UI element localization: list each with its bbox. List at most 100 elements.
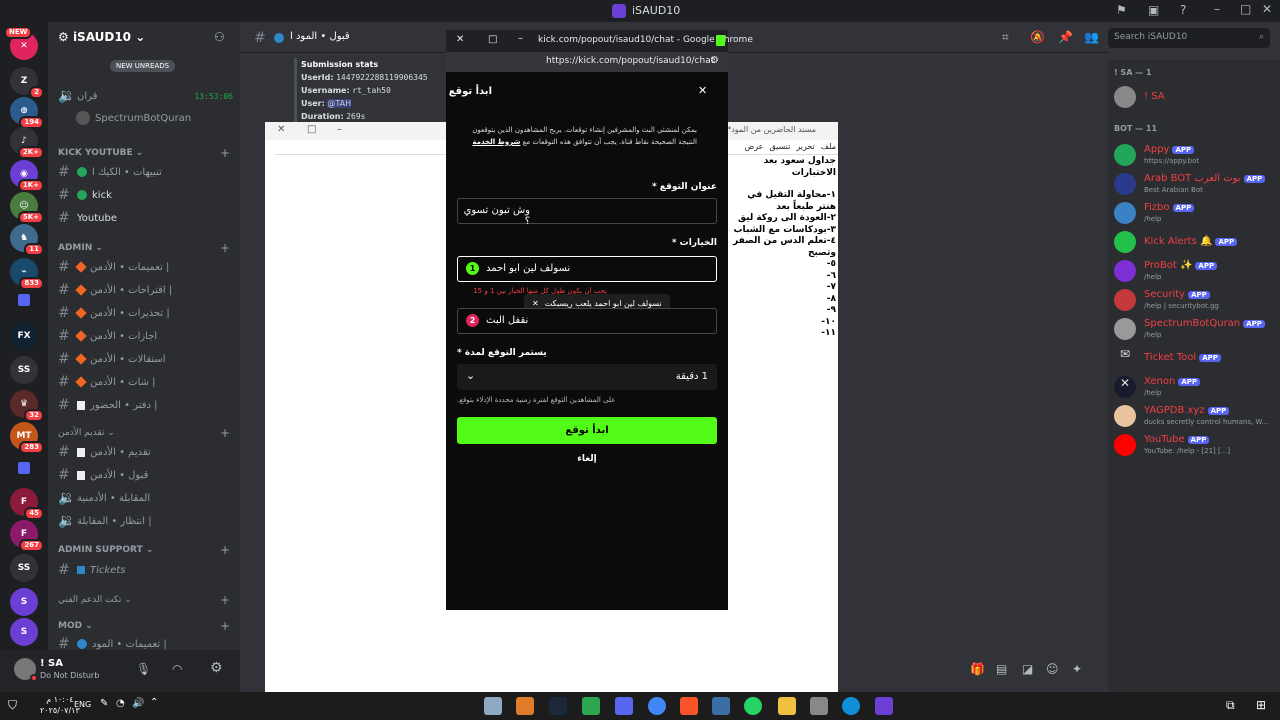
language-indicator[interactable]: ENG <box>74 700 91 709</box>
pin-icon[interactable]: 📌 <box>1058 30 1073 44</box>
monitor-icon[interactable]: ▣ <box>1148 3 1159 17</box>
search-input[interactable]: Search iSAUD10 ⌕ <box>1108 28 1270 48</box>
server-icon[interactable]: FX <box>10 322 38 350</box>
server-icon[interactable]: F 267 <box>10 520 44 552</box>
members-icon[interactable]: 👥 <box>1084 30 1099 44</box>
member-item[interactable]: Fizbo APP/help <box>1114 200 1280 228</box>
notepad-close[interactable]: ✕ <box>277 124 285 135</box>
option2-input[interactable]: 2 نقفل البث <box>457 308 717 334</box>
task-view-icon[interactable]: ⧉ <box>1226 698 1235 713</box>
duration-select[interactable]: ⌄ 1 دقيقة <box>457 364 717 390</box>
channel-item[interactable]: # تحذيرات • الأدمن | <box>58 303 233 323</box>
taskbar-app-icon[interactable] <box>712 697 730 715</box>
category-mod[interactable]: MOD ⌄ <box>58 621 93 631</box>
category-admin[interactable]: ADMIN ⌄ <box>58 243 103 253</box>
chrome-maximize[interactable]: □ <box>488 34 497 45</box>
discord-icon[interactable] <box>615 697 633 715</box>
help-icon[interactable]: ? <box>1180 3 1186 17</box>
add-channel-icon[interactable]: + <box>220 146 230 160</box>
notepad-minimize[interactable]: – <box>337 124 342 135</box>
threads-icon[interactable]: ⌗ <box>1002 30 1009 45</box>
add-channel-icon[interactable]: + <box>220 619 230 633</box>
voice-user[interactable]: SpectrumBotQuran <box>76 108 251 128</box>
menu-edit[interactable]: تحرير <box>796 142 814 151</box>
channel-item[interactable]: # اجازات • الأدمن <box>58 326 233 346</box>
new-unreads-pill[interactable]: NEW UNREADS <box>110 60 176 72</box>
server-name[interactable]: ⚙ iSAUD10 ⌄ <box>58 30 145 44</box>
category-apply[interactable]: تقديم الأدمن ⌄ <box>58 428 115 438</box>
add-channel-icon[interactable]: + <box>220 543 230 557</box>
apps-icon[interactable]: ✦ <box>1072 662 1082 676</box>
tooltip-close-icon[interactable]: ✕ <box>532 299 539 308</box>
member-item[interactable]: ! SA <box>1114 84 1280 112</box>
menu-format[interactable]: تنسيق <box>769 142 790 151</box>
file-explorer-icon[interactable] <box>778 697 796 715</box>
server-icon[interactable]: ✕ NEW <box>4 26 38 60</box>
title-input[interactable]: وش تبون تسوي ؟ <box>457 198 717 227</box>
option1-input[interactable]: 1 نسولف لين ابو احمد <box>457 256 717 282</box>
server-icon[interactable]: ⌁ 833 <box>10 258 44 290</box>
server-icon[interactable]: ☺ 5K+ <box>10 192 44 224</box>
member-item[interactable]: Appy APP https://appy.bot <box>1114 142 1280 170</box>
channel-item[interactable]: # اقتراحات • الأدمن | <box>58 280 233 300</box>
brave-icon[interactable] <box>680 697 698 715</box>
taskbar-app-icon[interactable] <box>484 697 502 715</box>
category-support[interactable]: ADMIN SUPPORT ⌄ <box>58 545 153 555</box>
maximize-button[interactable]: □ <box>1240 2 1251 16</box>
server-icon[interactable]: SS <box>10 554 38 582</box>
gif-icon[interactable]: ▤ <box>996 662 1007 676</box>
add-channel-icon[interactable]: + <box>220 426 230 440</box>
server-icon[interactable]: SS <box>10 356 38 384</box>
channel-item[interactable]: # قبول • الأدمن <box>58 465 233 485</box>
server-icon[interactable]: ♛ 32 <box>10 390 44 422</box>
taskbar-app-icon[interactable] <box>516 697 534 715</box>
site-settings-icon[interactable]: ⚙ <box>710 55 719 66</box>
channel-item[interactable]: # kick <box>58 185 233 205</box>
channel-item[interactable]: # استقالات • الأدمن <box>58 349 233 369</box>
server-icon[interactable]: MT 283 <box>10 422 44 454</box>
member-item[interactable]: Kick Alerts 🔔 APP <box>1114 229 1280 257</box>
wifi-icon[interactable]: ◔ <box>116 698 125 709</box>
member-item[interactable]: YAGPDB.xyz APP ducks secretly control huma… <box>1114 403 1280 431</box>
voice-channel[interactable]: 🔉 المقابلة • الأدمنية <box>58 488 233 508</box>
pen-icon[interactable]: ✎ <box>100 698 108 709</box>
edge-icon[interactable] <box>842 697 860 715</box>
volume-icon[interactable]: 🔊 <box>132 698 144 709</box>
channel-item[interactable]: # تنبيهات • الكيك ا <box>58 162 233 182</box>
sticker-icon[interactable]: ◪ <box>1022 662 1033 676</box>
close-icon[interactable]: ✕ <box>698 84 707 97</box>
channel-item[interactable]: # تقديم • الأدمن <box>58 442 233 462</box>
start-prediction-button[interactable]: ابدأ توقع <box>457 417 717 444</box>
gift-icon[interactable]: 🎁 <box>970 662 985 676</box>
category-ticket[interactable]: تكت الدعم الفني ⌄ <box>58 595 132 605</box>
mute-icon[interactable]: 🔕 <box>1030 30 1045 44</box>
whatsapp-icon[interactable] <box>744 697 762 715</box>
channel-item[interactable]: # Tickets <box>58 560 233 580</box>
cancel-button[interactable]: إلغاء <box>457 454 717 464</box>
server-icon[interactable]: ♞ 11 <box>10 224 44 256</box>
add-channel-icon[interactable]: + <box>220 593 230 607</box>
member-item[interactable]: YouTube APP YouTube. /help - [21] [...] <box>1114 432 1280 460</box>
headphones-icon[interactable]: ◠ <box>172 662 182 676</box>
minimize-button[interactable]: – <box>1214 2 1220 16</box>
add-channel-icon[interactable]: + <box>220 241 230 255</box>
mic-icon[interactable]: 🎙 <box>136 662 151 676</box>
voice-channel[interactable]: 🔉 قران 13:53:06 <box>58 86 233 106</box>
server-icon[interactable]: S <box>10 618 38 646</box>
channel-item[interactable]: # تعميمات • الأدمن | <box>58 257 233 277</box>
notification-icon[interactable]: ⛉ <box>8 698 17 713</box>
voice-channel[interactable]: 🔉 انتظار • المقابلة | <box>58 511 233 531</box>
taskbar-app-icon[interactable] <box>582 697 600 715</box>
inbox-icon[interactable]: ⚑ <box>1116 3 1127 17</box>
folder-icon[interactable] <box>18 462 30 474</box>
notepad-maximize[interactable]: □ <box>307 124 316 135</box>
start-icon[interactable]: ⊞ <box>1256 698 1266 712</box>
member-item[interactable]: Security APP/help | securitybot.gg <box>1114 287 1280 315</box>
member-item[interactable]: ✕ Xenon APP/help <box>1114 374 1280 402</box>
steam-icon[interactable] <box>549 697 567 715</box>
notepad-text[interactable]: جداول سعود بعد الاختبارات ١-محاولة التقيل… <box>726 156 836 340</box>
terms-link[interactable]: شروط الخدمة <box>472 138 520 146</box>
server-icon[interactable]: F 45 <box>10 488 44 520</box>
server-icon[interactable]: Z2 <box>10 67 44 99</box>
member-item[interactable]: Arab BOT بوت العرب APP Best Arabian Bot <box>1114 171 1280 199</box>
